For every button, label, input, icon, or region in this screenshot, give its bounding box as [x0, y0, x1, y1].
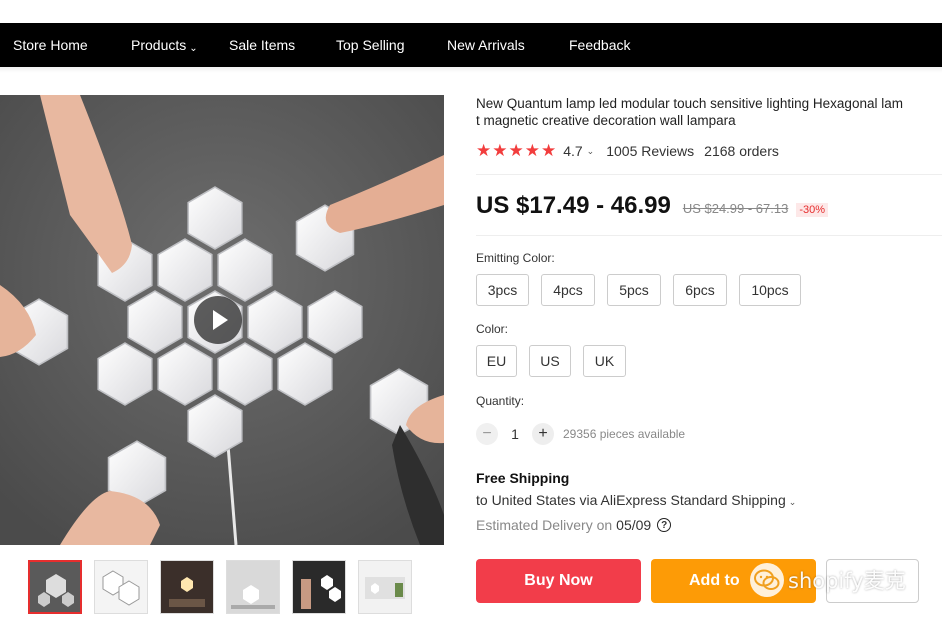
- product-title-line-1: New Quantum lamp led modular touch sensi…: [476, 96, 903, 111]
- thumbnail-image: [30, 562, 80, 612]
- increase-quantity-button[interactable]: +: [532, 423, 554, 445]
- option-3pcs[interactable]: 3pcs: [476, 274, 529, 306]
- delivery-date: 05/09: [616, 517, 652, 533]
- help-icon[interactable]: ?: [657, 518, 672, 532]
- product-title: New Quantum lamp led modular touch sensi…: [476, 95, 942, 129]
- option-10pcs[interactable]: 10pcs: [739, 274, 801, 306]
- option-6pcs[interactable]: 6pcs: [673, 274, 727, 306]
- watermark: shopify麦克: [750, 563, 906, 597]
- nav-products-label: Products: [131, 37, 187, 53]
- top-strip: [0, 0, 942, 23]
- thumbnail-3[interactable]: [160, 560, 214, 614]
- thumbnail-image: [359, 561, 411, 613]
- star-rating-icon: ★★★★★: [476, 141, 558, 160]
- nav-sale-items[interactable]: Sale Items: [229, 37, 295, 53]
- thumbnail-image: [227, 561, 279, 613]
- play-icon: [212, 310, 228, 330]
- chevron-down-icon[interactable]: ⌄: [587, 146, 595, 157]
- nav-new-arrivals[interactable]: New Arrivals: [447, 37, 525, 53]
- quantity-stepper: − 1 + 29356 pieces available: [476, 423, 685, 445]
- price-row: US $17.49 - 46.99 US $24.99 - 67.13 -30%: [476, 192, 829, 220]
- chevron-down-icon: ⌄: [189, 43, 198, 54]
- video-play-button[interactable]: [194, 296, 242, 344]
- decrease-quantity-button[interactable]: −: [476, 423, 498, 445]
- buy-now-button[interactable]: Buy Now: [476, 559, 641, 603]
- nav-shadow: [0, 67, 942, 73]
- pieces-available: 29356 pieces available: [563, 427, 686, 441]
- delivery-prefix: Estimated Delivery on: [476, 517, 613, 533]
- rating-value[interactable]: 4.7: [563, 143, 582, 159]
- nav-store-home[interactable]: Store Home: [13, 37, 88, 53]
- store-nav-bar: Store Home Products ⌄ Sale Items Top Sell…: [0, 23, 942, 67]
- watermark-text: shopify麦克: [788, 569, 906, 593]
- option-5pcs[interactable]: 5pcs: [607, 274, 661, 306]
- divider: [476, 235, 942, 236]
- option-4pcs[interactable]: 4pcs: [541, 274, 595, 306]
- product-title-line-2: t magnetic creative decoration wall lamp…: [476, 113, 736, 128]
- current-price: US $17.49 - 46.99: [476, 192, 671, 219]
- thumbnail-image: [161, 561, 213, 613]
- shipping-method-text: to United States via AliExpress Standard…: [476, 492, 786, 508]
- option-uk[interactable]: UK: [583, 345, 626, 377]
- estimated-delivery: Estimated Delivery on 05/09 ?: [476, 517, 672, 533]
- thumbnail-6[interactable]: [358, 560, 412, 614]
- thumbnail-image: [95, 561, 147, 613]
- option-eu[interactable]: EU: [476, 345, 517, 377]
- quantity-label: Quantity:: [476, 394, 525, 408]
- nav-top-selling[interactable]: Top Selling: [336, 37, 405, 53]
- nav-feedback[interactable]: Feedback: [569, 37, 630, 53]
- thumbnail-2[interactable]: [94, 560, 148, 614]
- color-label: Color:: [476, 322, 509, 336]
- shipping-method[interactable]: to United States via AliExpress Standard…: [476, 492, 796, 508]
- quantity-value[interactable]: 1: [498, 426, 532, 442]
- thumbnail-5[interactable]: [292, 560, 346, 614]
- reviews-count[interactable]: 1005 Reviews: [606, 143, 694, 159]
- thumbnail-4[interactable]: [226, 560, 280, 614]
- discount-badge: -30%: [796, 203, 829, 217]
- option-us[interactable]: US: [529, 345, 571, 377]
- main-product-image[interactable]: [0, 95, 444, 545]
- orders-count: 2168 orders: [704, 143, 779, 159]
- original-price: US $24.99 - 67.13: [682, 201, 789, 216]
- free-shipping-title: Free Shipping: [476, 470, 570, 486]
- thumbnail-1[interactable]: [28, 560, 82, 614]
- nav-products[interactable]: Products ⌄: [131, 37, 198, 54]
- emitting-color-label: Emitting Color:: [476, 251, 555, 265]
- rating-row: ★★★★★ 4.7 ⌄ 1005 Reviews 2168 orders: [476, 141, 779, 161]
- chevron-down-icon: ⌄: [788, 497, 797, 507]
- divider: [476, 174, 942, 175]
- thumbnail-image: [293, 561, 345, 613]
- wechat-icon: [750, 563, 784, 597]
